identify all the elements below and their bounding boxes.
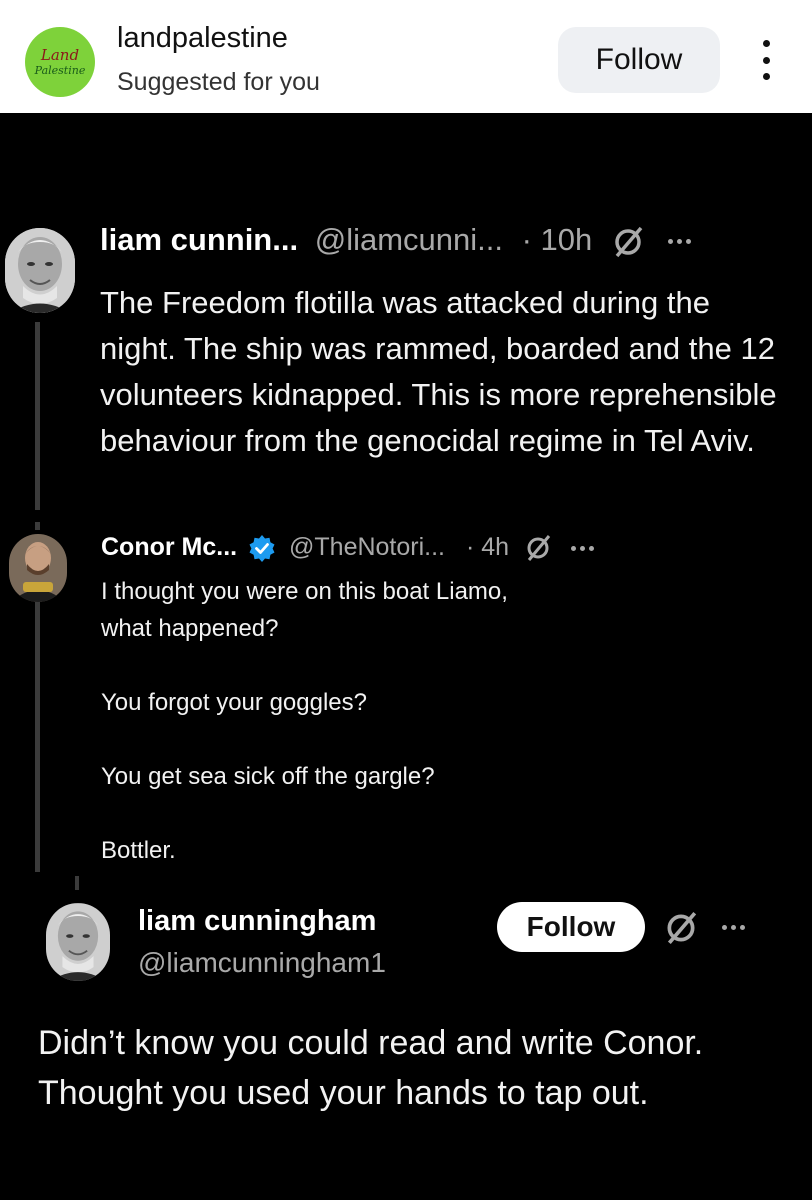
tweet1-text: The Freedom flotilla was attacked during…	[100, 285, 777, 458]
tweet3-author-name[interactable]: liam cunningham	[138, 905, 376, 938]
thread-line-stub	[35, 522, 40, 530]
tweet3-author-handle[interactable]: @liamcunningham1	[138, 947, 386, 979]
grok-icon[interactable]	[611, 225, 645, 259]
tweet1-time[interactable]: · 10h	[522, 222, 593, 257]
verified-badge-icon	[249, 535, 275, 563]
tweet2-line: You get sea sick off the gargle?	[101, 763, 435, 790]
tweet2-line: I thought you were on this boat Liamo,	[101, 578, 508, 605]
tweet2-line: You forgot your goggles?	[101, 689, 367, 716]
liam-avatar-2[interactable]	[46, 903, 110, 981]
tweet2-more-icon[interactable]	[570, 545, 594, 551]
tweet1-more-icon[interactable]	[667, 239, 691, 245]
grok-icon[interactable]	[524, 534, 552, 562]
account-name[interactable]: landpalestine	[117, 22, 288, 55]
thread-line-stub	[75, 876, 79, 890]
conor-avatar[interactable]	[9, 534, 67, 602]
tweet2-author-handle[interactable]: @TheNotori...	[289, 533, 445, 561]
tweet2-text: I thought you were on this boat Liamo, w…	[101, 573, 661, 869]
tweet3-follow-button[interactable]: Follow	[497, 902, 645, 952]
tweet1-header: liam cunnin... @liamcunni... · 10h	[100, 222, 691, 259]
more-options-icon[interactable]	[756, 40, 776, 80]
follow-button[interactable]: Follow	[558, 27, 720, 93]
grok-icon[interactable]	[663, 910, 699, 946]
tweet2-author-name[interactable]: Conor Mc...	[101, 533, 237, 561]
tweet2-time[interactable]: · 4h	[466, 533, 509, 561]
tweet1-author-name[interactable]: liam cunnin...	[100, 222, 298, 257]
tweet3-text: Didn’t know you could read and write Con…	[38, 1024, 704, 1112]
tweet2-line: Bottler.	[101, 837, 176, 864]
post-header: Land Palestine landpalestine Suggested f…	[0, 0, 812, 113]
tweet2-header: Conor Mc... @TheNotori... · 4h	[101, 533, 594, 563]
liam-avatar[interactable]	[5, 228, 75, 313]
thread-line	[35, 322, 40, 510]
avatar-logo-text: Land	[40, 46, 80, 64]
tweet2-line: what happened?	[101, 615, 279, 642]
thread-line	[35, 602, 40, 872]
suggested-label: Suggested for you	[117, 68, 320, 96]
tweet1-author-handle[interactable]: @liamcunni...	[315, 222, 503, 257]
avatar-logo-text-2: Palestine	[34, 64, 86, 77]
tweet3-more-icon[interactable]	[722, 925, 745, 930]
account-avatar[interactable]: Land Palestine	[25, 27, 95, 97]
